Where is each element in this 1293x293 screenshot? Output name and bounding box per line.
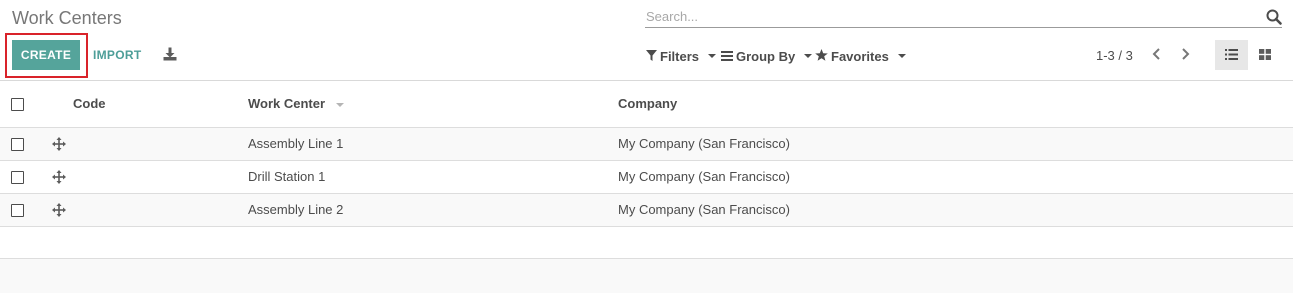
cell-code: [73, 193, 248, 226]
import-button[interactable]: IMPORT: [86, 40, 148, 70]
download-icon: [163, 47, 177, 64]
cell-code: [73, 160, 248, 193]
table-row[interactable]: Assembly Line 2 My Company (San Francisc…: [0, 193, 1293, 226]
cell-code: [73, 127, 248, 160]
chevron-down-icon: [897, 54, 906, 58]
chevron-down-icon: [708, 54, 717, 58]
column-header-work-center[interactable]: Work Center: [248, 81, 618, 127]
row-checkbox[interactable]: [11, 204, 24, 218]
cell-work-center: Assembly Line 2: [248, 202, 344, 217]
pager-previous-button[interactable]: [1148, 45, 1166, 65]
control-panel: Work Centers CREATE IMPORT Filters: [0, 0, 1293, 81]
group-by-dropdown[interactable]: Group By: [721, 47, 813, 65]
column-header-work-center-label: Work Center: [248, 96, 326, 112]
filter-icon: [646, 49, 657, 64]
favorites-dropdown[interactable]: Favorites: [815, 47, 906, 65]
pager-next-button[interactable]: [1176, 45, 1194, 65]
pager-value[interactable]: 1-3 / 3: [1096, 48, 1133, 63]
cell-work-center: Assembly Line 1: [248, 136, 344, 151]
column-header-code[interactable]: Code: [73, 81, 248, 127]
chevron-right-icon: [1180, 47, 1190, 63]
filters-label: Filters: [660, 48, 700, 64]
row-checkbox[interactable]: [11, 171, 24, 185]
work-centers-table: Code Work Center Company Assembly Line 1…: [0, 81, 1293, 227]
cell-work-center: Drill Station 1: [248, 169, 326, 184]
cell-company: My Company (San Francisco): [618, 136, 790, 151]
list-footer: [0, 258, 1293, 293]
chevron-left-icon: [1152, 47, 1162, 63]
drag-handle-icon[interactable]: [52, 170, 66, 185]
table-row[interactable]: Drill Station 1 My Company (San Francisc…: [0, 160, 1293, 193]
drag-handle-icon[interactable]: [52, 137, 66, 152]
kanban-view-button[interactable]: [1248, 40, 1281, 70]
select-all-checkbox[interactable]: [11, 98, 24, 112]
filters-dropdown[interactable]: Filters: [646, 47, 717, 65]
table-row[interactable]: Assembly Line 1 My Company (San Francisc…: [0, 127, 1293, 160]
column-header-company[interactable]: Company: [618, 81, 1293, 127]
kanban-view-icon: [1258, 48, 1271, 63]
star-icon: [815, 48, 828, 64]
sort-caret-icon: [335, 102, 344, 107]
chevron-down-icon: [804, 54, 813, 58]
row-checkbox[interactable]: [11, 138, 24, 152]
group-by-icon: [721, 49, 733, 64]
search-input[interactable]: [645, 5, 1245, 27]
download-button[interactable]: [160, 45, 180, 65]
search-bar: [645, 5, 1282, 28]
favorites-label: Favorites: [831, 48, 889, 64]
page-title: Work Centers: [12, 8, 122, 28]
drag-handle-icon[interactable]: [52, 203, 66, 218]
group-by-label: Group By: [736, 48, 796, 64]
table-header-row: Code Work Center Company: [0, 81, 1293, 127]
list-view-icon: [1225, 48, 1238, 63]
list-view-button[interactable]: [1215, 40, 1248, 70]
cell-company: My Company (San Francisco): [618, 202, 790, 217]
search-icon[interactable]: [1266, 9, 1282, 25]
create-button[interactable]: CREATE: [12, 40, 80, 70]
cell-company: My Company (San Francisco): [618, 169, 790, 184]
